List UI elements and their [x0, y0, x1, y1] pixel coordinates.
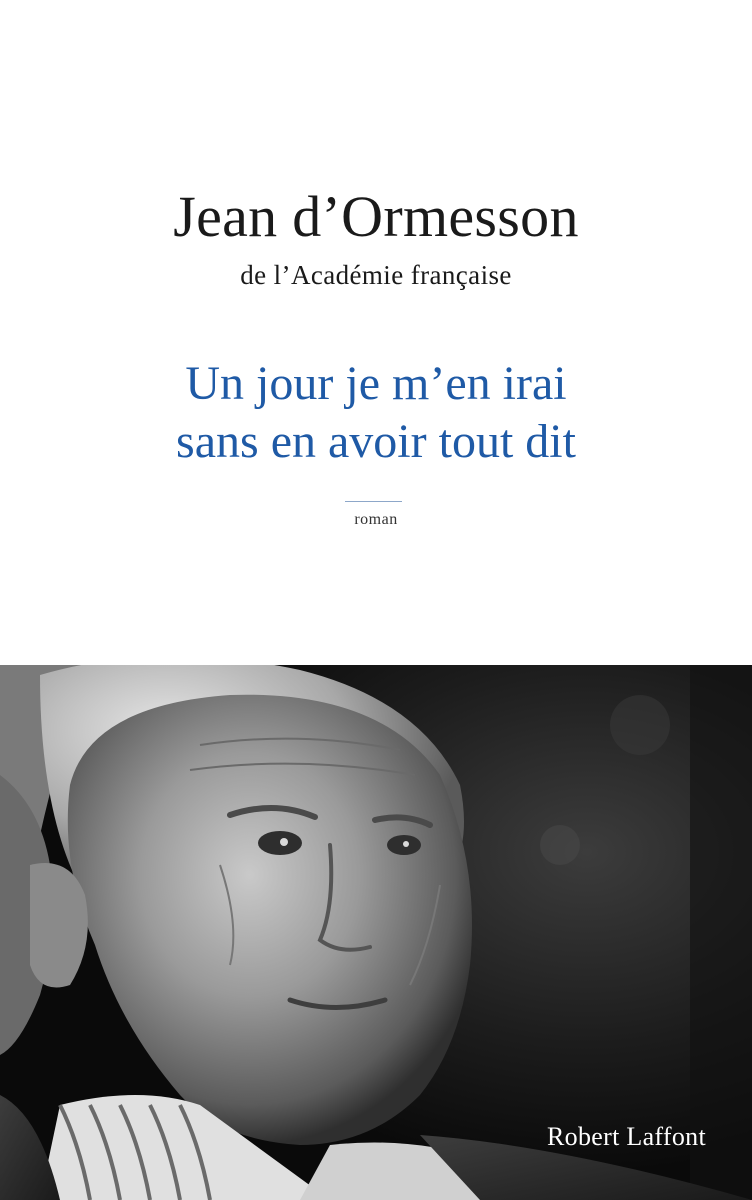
author-affiliation: de l’Académie française	[240, 260, 512, 290]
portrait-illustration	[0, 665, 752, 1200]
author-name: Jean d’Ormesson	[173, 184, 579, 249]
book-title: Un jour je m’en irai sans en avoir tout …	[0, 355, 752, 471]
publisher-name: Robert Laffont	[547, 1122, 706, 1151]
cover-text-area: Jean d’Ormesson de l’Académie française …	[0, 0, 752, 665]
genre-label: roman	[354, 511, 398, 528]
book-title-line-1: Un jour je m’en irai	[185, 357, 567, 410]
book-title-line-2: sans en avoir tout dit	[176, 415, 576, 468]
title-divider	[345, 501, 402, 502]
portrait-photo: Robert Laffont	[0, 665, 752, 1200]
book-cover: Jean d’Ormesson de l’Académie française …	[0, 0, 752, 1200]
